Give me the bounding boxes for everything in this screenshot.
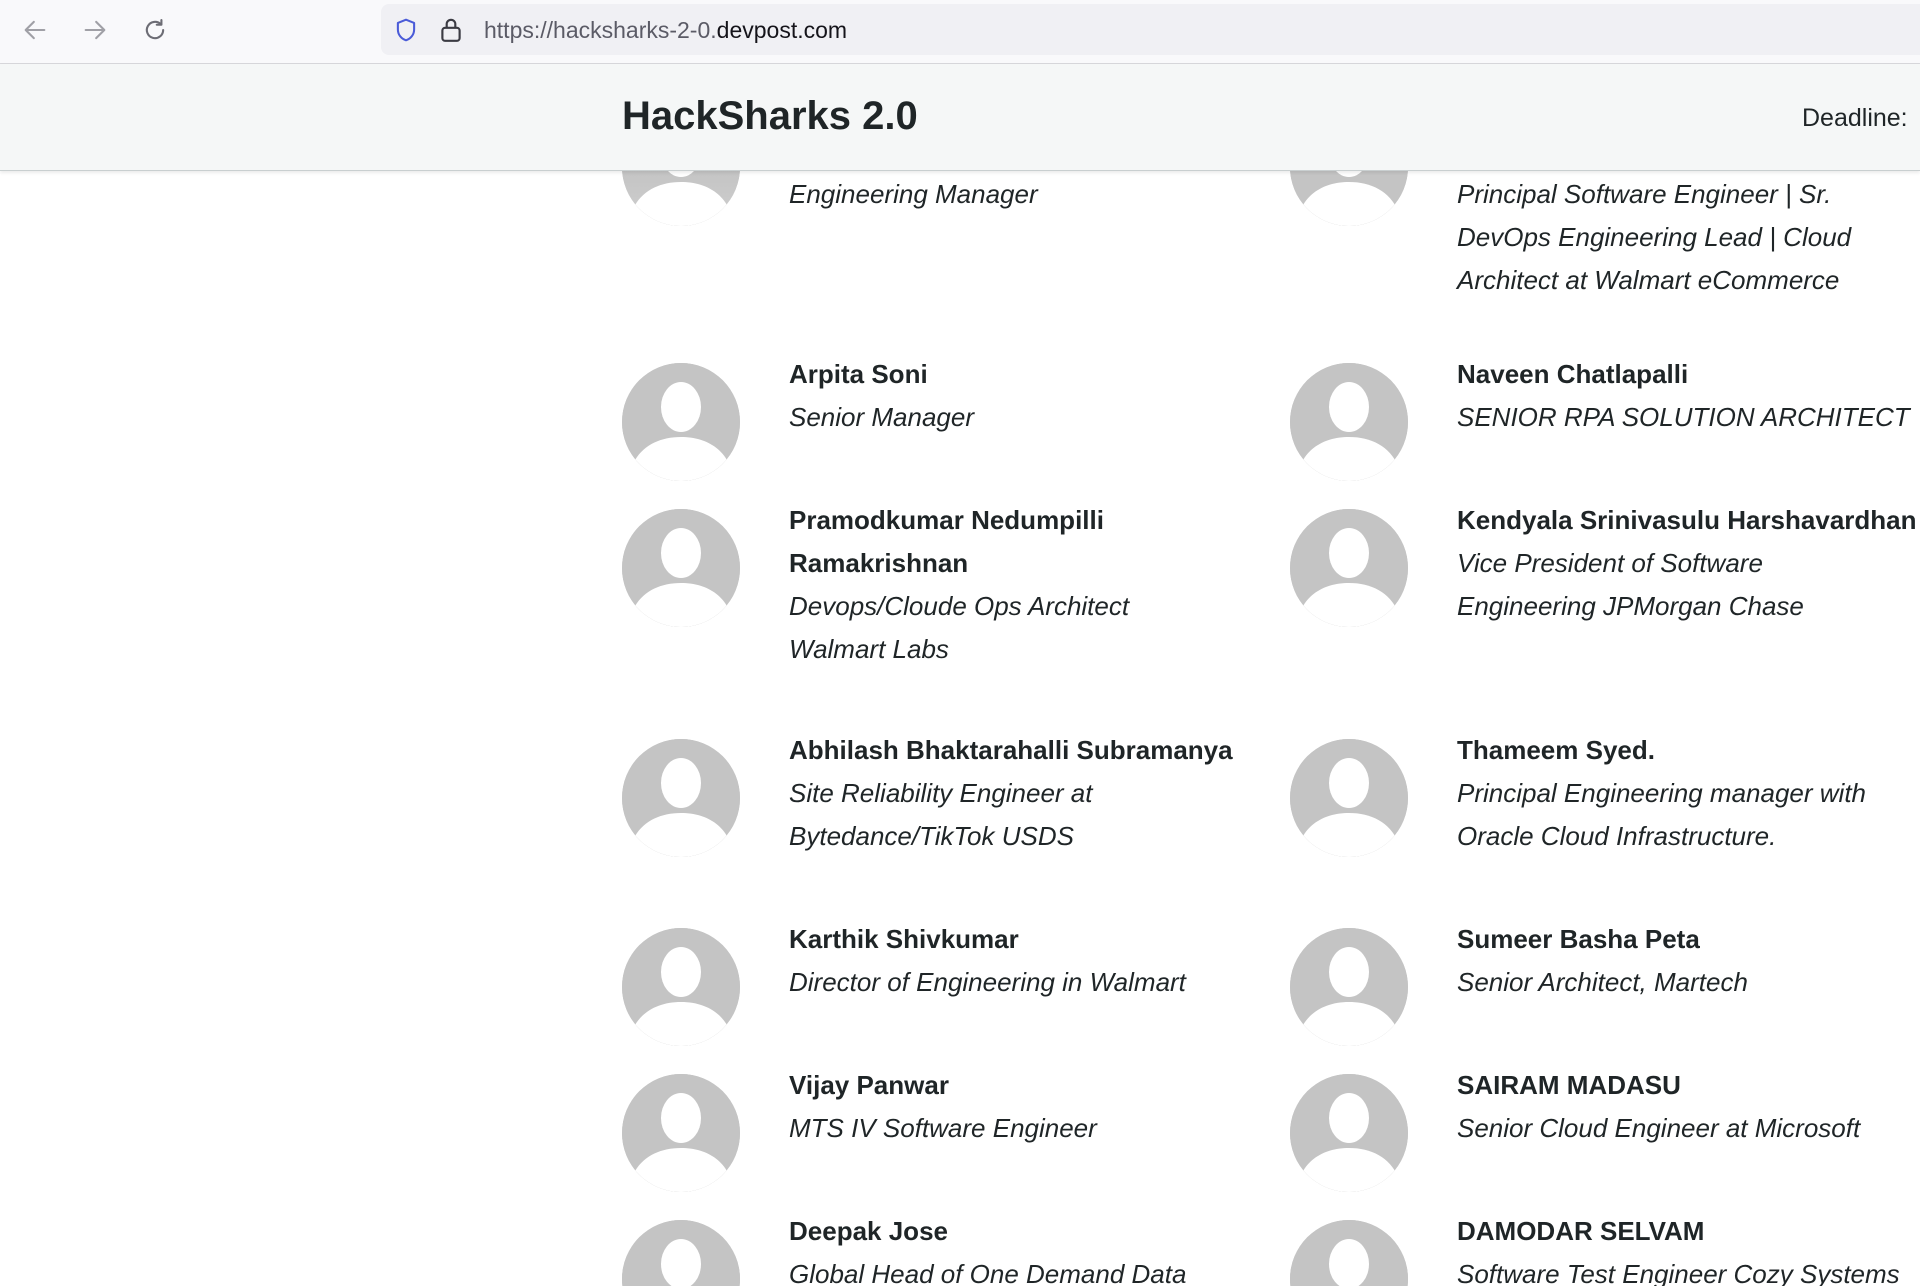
judge-title: Director of Engineering in Walmart <box>789 967 1186 997</box>
judge-title: SENIOR RPA SOLUTION ARCHITECT <box>1457 402 1910 432</box>
judge-name: Sumeer Basha Peta <box>1457 924 1700 954</box>
judge-title: Vice President of Software Engineering J… <box>1457 548 1804 621</box>
default-user-icon <box>1290 363 1408 481</box>
judge-name: Pramodkumar Nedumpilli Ramakrishnan <box>789 505 1104 578</box>
avatar <box>1290 1220 1408 1286</box>
judge-title: Senior Cloud Engineer at Microsoft <box>1457 1113 1861 1143</box>
judge-title: Senior Architect, Martech <box>1457 967 1748 997</box>
avatar <box>622 739 740 857</box>
url-prefix: https://hacksharks-2-0. <box>484 17 717 43</box>
avatar <box>622 1220 740 1286</box>
judge-title: MTS IV Software Engineer <box>789 1113 1097 1143</box>
default-user-icon <box>622 363 740 481</box>
default-user-icon <box>1290 928 1408 1046</box>
judge-title: Principal Software Engineer | Sr. DevOps… <box>1457 179 1852 295</box>
back-button[interactable] <box>17 12 53 48</box>
avatar <box>622 1074 740 1192</box>
judge-title: Software Test Engineer Cozy Systems <box>1457 1259 1900 1286</box>
arrow-right-icon <box>84 20 106 40</box>
avatar <box>1290 363 1408 481</box>
judge-name: DAMODAR SELVAM <box>1457 1216 1705 1246</box>
reload-button[interactable] <box>137 12 173 48</box>
judge-title: Principal Engineering manager with Oracl… <box>1457 778 1867 851</box>
default-user-icon <box>622 739 740 857</box>
avatar <box>622 363 740 481</box>
default-user-icon <box>622 1074 740 1192</box>
judge-name: Kendyala Srinivasulu Harshavardhan <box>1457 505 1917 535</box>
judge-name: Abhilash Bhaktarahalli Subramanya <box>789 735 1233 765</box>
url-bar[interactable]: https://hacksharks-2-0.devpost.com <box>381 4 1920 55</box>
avatar <box>1290 171 1408 226</box>
avatar <box>1290 928 1408 1046</box>
arrow-left-icon <box>24 20 46 40</box>
avatar <box>1290 739 1408 857</box>
default-user-icon <box>1290 171 1408 226</box>
avatar <box>1290 509 1408 627</box>
judge-title: Senior Manager <box>789 402 974 432</box>
default-user-icon <box>1290 739 1408 857</box>
avatar <box>622 509 740 627</box>
judge-title: Engineering Manager <box>789 179 1038 209</box>
judge-title: Devops/Cloude Ops Architect Walmart Labs <box>789 591 1130 664</box>
judge-name: Deepak Jose <box>789 1216 948 1246</box>
default-user-icon <box>622 171 740 226</box>
judge-name: Karthik Shivkumar <box>789 924 1019 954</box>
default-user-icon <box>1290 1074 1408 1192</box>
judge-title: Global Head of One Demand Data <box>789 1259 1187 1286</box>
reload-icon <box>145 19 165 40</box>
default-user-icon <box>622 1220 740 1286</box>
avatar <box>622 928 740 1046</box>
site-header: HackSharks 2.0 Deadline: <box>0 64 1920 171</box>
tracking-protection-shield-icon[interactable] <box>393 17 419 43</box>
default-user-icon <box>1290 509 1408 627</box>
browser-toolbar: https://hacksharks-2-0.devpost.com <box>0 0 1920 64</box>
forward-button[interactable] <box>77 12 113 48</box>
deadline-label: Deadline: <box>1802 104 1908 132</box>
judges-list: Engineering Manager Principal Software E… <box>0 171 1920 1286</box>
default-user-icon <box>622 509 740 627</box>
url-text[interactable]: https://hacksharks-2-0.devpost.com <box>484 17 847 44</box>
lock-icon[interactable] <box>438 16 464 44</box>
judge-name: Thameem Syed. <box>1457 735 1655 765</box>
judge-name: Vijay Panwar <box>789 1070 949 1100</box>
avatar <box>622 171 740 226</box>
judge-name: SAIRAM MADASU <box>1457 1070 1681 1100</box>
url-domain: devpost.com <box>716 17 848 43</box>
judge-name: Arpita Soni <box>789 359 928 389</box>
judge-title: Site Reliability Engineer at Bytedance/T… <box>789 778 1093 851</box>
default-user-icon <box>1290 1220 1408 1286</box>
default-user-icon <box>622 928 740 1046</box>
page-title[interactable]: HackSharks 2.0 <box>622 94 918 139</box>
avatar <box>1290 1074 1408 1192</box>
judge-name: Naveen Chatlapalli <box>1457 359 1689 389</box>
